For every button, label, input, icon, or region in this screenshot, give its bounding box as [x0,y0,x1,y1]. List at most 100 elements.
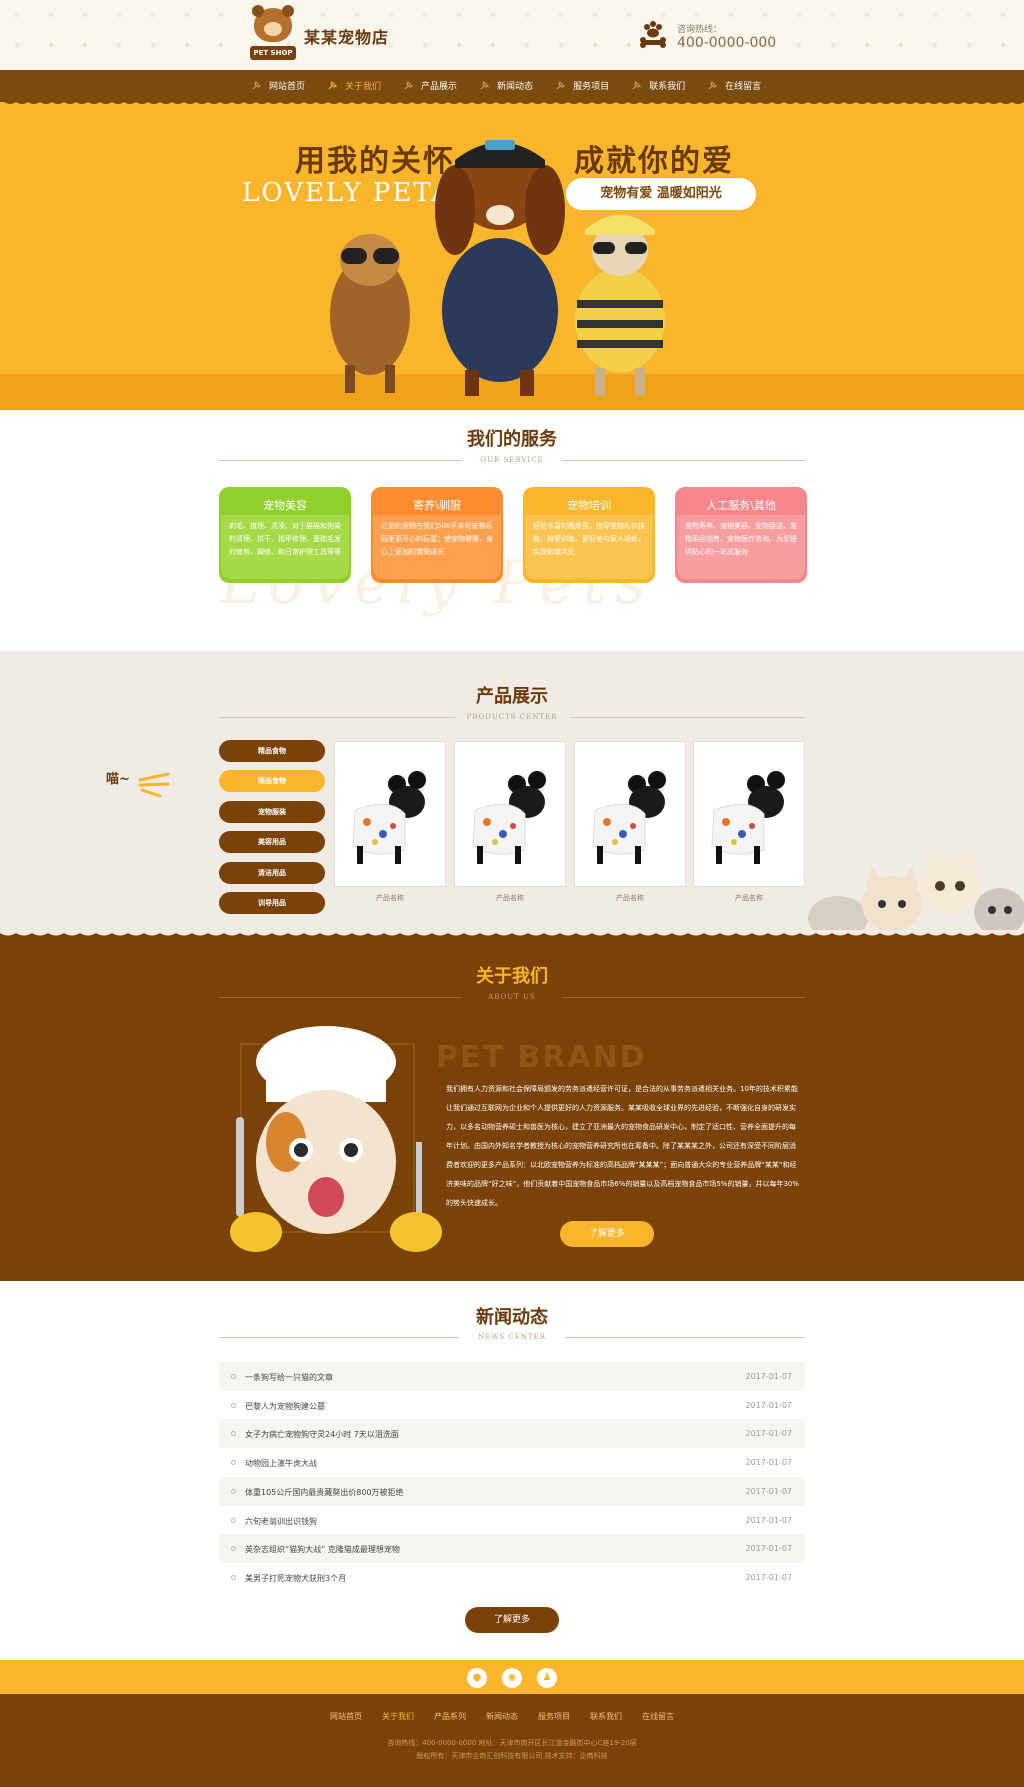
news-row[interactable]: 六旬老翁训出识钱狗 2017-01-07 [219,1505,805,1535]
top-header [0,0,1024,70]
store-name: 某某宠物店 [304,28,390,47]
nav-item-label: 服务项目 [573,81,610,92]
pin-icon [480,80,490,89]
nav-item-label: 产品展示 [421,81,458,92]
nav-item[interactable]: 新闻动态 [480,70,533,100]
product-category-tab[interactable]: 清洁用品 [219,861,325,884]
footer-nav-item[interactable]: 产品系列 [434,1711,466,1722]
pin-icon [632,80,642,89]
news-title[interactable]: 英杂志组织“猫狗大战” 克隆猫成最理想宠物 [245,1544,400,1555]
product-name[interactable]: 产品名称 [693,893,805,903]
news-date: 2017-01-07 [745,1544,793,1554]
pin-icon [708,80,718,89]
news-date: 2017-01-07 [745,1429,793,1439]
bear-logo-icon [252,5,294,42]
services-title: 我们的服务 [467,429,557,450]
bullet-icon [231,1488,236,1494]
nav-item-label: 关于我们 [345,81,382,92]
main-nav: 网站首页 关于我们 产品展示 新闻动态 服务项目 联系我们 在线留言 [0,70,1024,100]
product-name[interactable]: 产品名称 [334,893,446,903]
news-date: 2017-01-07 [745,1486,793,1496]
service-card-title: 宠物美容 [263,499,307,512]
bullet-icon [231,1517,236,1523]
nav-item-label: 新闻动态 [497,81,534,92]
hotline-label: 咨询热线： [677,25,723,35]
logo-tag: PET SHOP [250,46,296,60]
news-title[interactable]: 女子为病亡宠物狗守灵24小时 7天以泪洗面 [245,1429,399,1440]
product-image [472,771,546,864]
product-image [711,771,785,864]
dogs-illustration [330,140,665,396]
news-row[interactable]: 动物园上演牛虎大战 2017-01-07 [219,1448,805,1478]
news-row[interactable]: 英杂志组织“猫狗大战” 克隆猫成最理想宠物 2017-01-07 [219,1534,805,1564]
qq-icon[interactable]: ♟ [537,1668,557,1688]
service-card[interactable]: 寄养\驯服 让您的宠物在我们500平米的宠物乐园里更开心的玩耍；使宠物健康、身心上… [371,487,503,583]
pin-icon [252,80,261,89]
product-card[interactable] [574,741,686,887]
news-subtitle: NEWS CENTER [477,1333,547,1341]
meow-text: 喵~ [106,772,130,787]
wave-divider [0,100,1024,104]
nav-item[interactable]: 产品展示 [404,70,457,100]
news-title[interactable]: 美男子打死宠物犬获刑3个月 [245,1573,346,1584]
hero-banner: 用我的关怀 成就你的爱 LOVELY PETAS 宠物有爱 温暖如阳光 [0,100,1024,410]
news-date: 2017-01-07 [745,1572,793,1582]
footer-contact: 咨询热线：400-0000-0000 地址：天津市南开区长江道金融街中心C座19… [387,1739,637,1747]
paw-bone-icon [640,21,666,48]
nav-item[interactable]: 服务项目 [556,70,609,100]
about-subtitle: ABOUT US [488,993,536,1001]
product-name[interactable]: 产品名称 [454,893,566,903]
bullet-icon [231,1546,236,1552]
footer-nav-item[interactable]: 服务项目 [538,1711,570,1722]
logo[interactable]: PET SHOP [250,5,296,64]
footer-copyright: 版权所有：天津市企商汇创科技有限公司 技术支持：企商科技 [416,1752,608,1760]
footer-nav-item[interactable]: 在线留言 [642,1711,674,1722]
product-category-tab[interactable]: 精品食物 [219,740,325,762]
news-date: 2017-01-07 [745,1400,793,1410]
product-card[interactable] [334,741,446,887]
about-title: 关于我们 [476,966,548,987]
news-title[interactable]: 体重105公斤国内最贵藏獒出价800万被拒绝 [245,1487,404,1498]
footer-nav-item[interactable]: 新闻动态 [486,1711,518,1722]
news-row[interactable]: 一条狗写给一只猫的文章 2017-01-07 [219,1362,805,1391]
product-category-tab[interactable]: 宠物服装 [219,800,325,823]
wechat-icon[interactable]: ◉ [502,1668,522,1688]
news-more-button[interactable]: 了解更多 [465,1607,559,1633]
footer-nav-item[interactable]: 联系我们 [590,1711,622,1722]
nav-item[interactable]: 关于我们 [328,70,381,100]
service-card[interactable]: 宠物美容 剃毛、梳理、洗澡、对于猫猫和狗染的清理、烘干、指甲修理、基础毛发的修剪、… [219,487,351,583]
nav-item[interactable]: 在线留言 [708,70,761,100]
nav-item[interactable]: 网站首页 [252,70,305,100]
chef-cat-illustration [230,1026,442,1252]
weibo-icon[interactable]: ● [467,1668,487,1688]
news-row[interactable]: 巴黎人为宠物狗建公墓 2017-01-07 [219,1390,805,1420]
hotline-number: 400-0000-000 [677,35,777,51]
news-title[interactable]: 一条狗写给一只猫的文章 [245,1372,333,1383]
product-category-tab[interactable]: 训导用品 [219,892,325,914]
footer-nav-item[interactable]: 关于我们 [382,1711,414,1722]
service-card[interactable]: 宠物培训 经验丰富的教练员，指导宠物礼仪技能、排便训练、更好地与家人相处，实现和谐… [523,487,655,583]
footer-nav-item[interactable]: 网站首页 [330,1711,362,1722]
nav-item-label: 联系我们 [649,81,686,92]
product-card[interactable] [693,741,805,887]
service-card[interactable]: 人工服务\其他 宠物寄养、宠物美容、宠物接送、宠物用品销售、宠物医疗咨询、为您提供… [675,487,807,583]
product-category-tab[interactable]: 精品食物 [219,770,325,793]
product-card[interactable] [454,741,566,887]
product-name[interactable]: 产品名称 [574,893,686,903]
news-row[interactable]: 美男子打死宠物犬获刑3个月 2017-01-07 [219,1562,805,1592]
news-row[interactable]: 体重105公斤国内最贵藏獒出价800万被拒绝 2017-01-07 [219,1476,805,1506]
news-title[interactable]: 六旬老翁训出识钱狗 [245,1516,317,1527]
product-category-tab[interactable]: 美容用品 [219,831,325,854]
news-date: 2017-01-07 [745,1372,793,1381]
product-image [352,771,426,864]
nav-item[interactable]: 联系我们 [632,70,685,100]
about-more-button[interactable]: 了解更多 [560,1221,654,1247]
news-title[interactable]: 动物园上演牛虎大战 [245,1458,317,1469]
news-title[interactable]: 巴黎人为宠物狗建公墓 [245,1401,325,1412]
bullet-icon [231,1574,236,1580]
speech-lines-icon [138,772,170,798]
news-row[interactable]: 女子为病亡宠物狗守灵24小时 7天以泪洗面 2017-01-07 [219,1419,805,1449]
bullet-icon [231,1431,236,1437]
news-date: 2017-01-07 [745,1515,793,1525]
news-title: 新闻动态 [476,1307,548,1328]
